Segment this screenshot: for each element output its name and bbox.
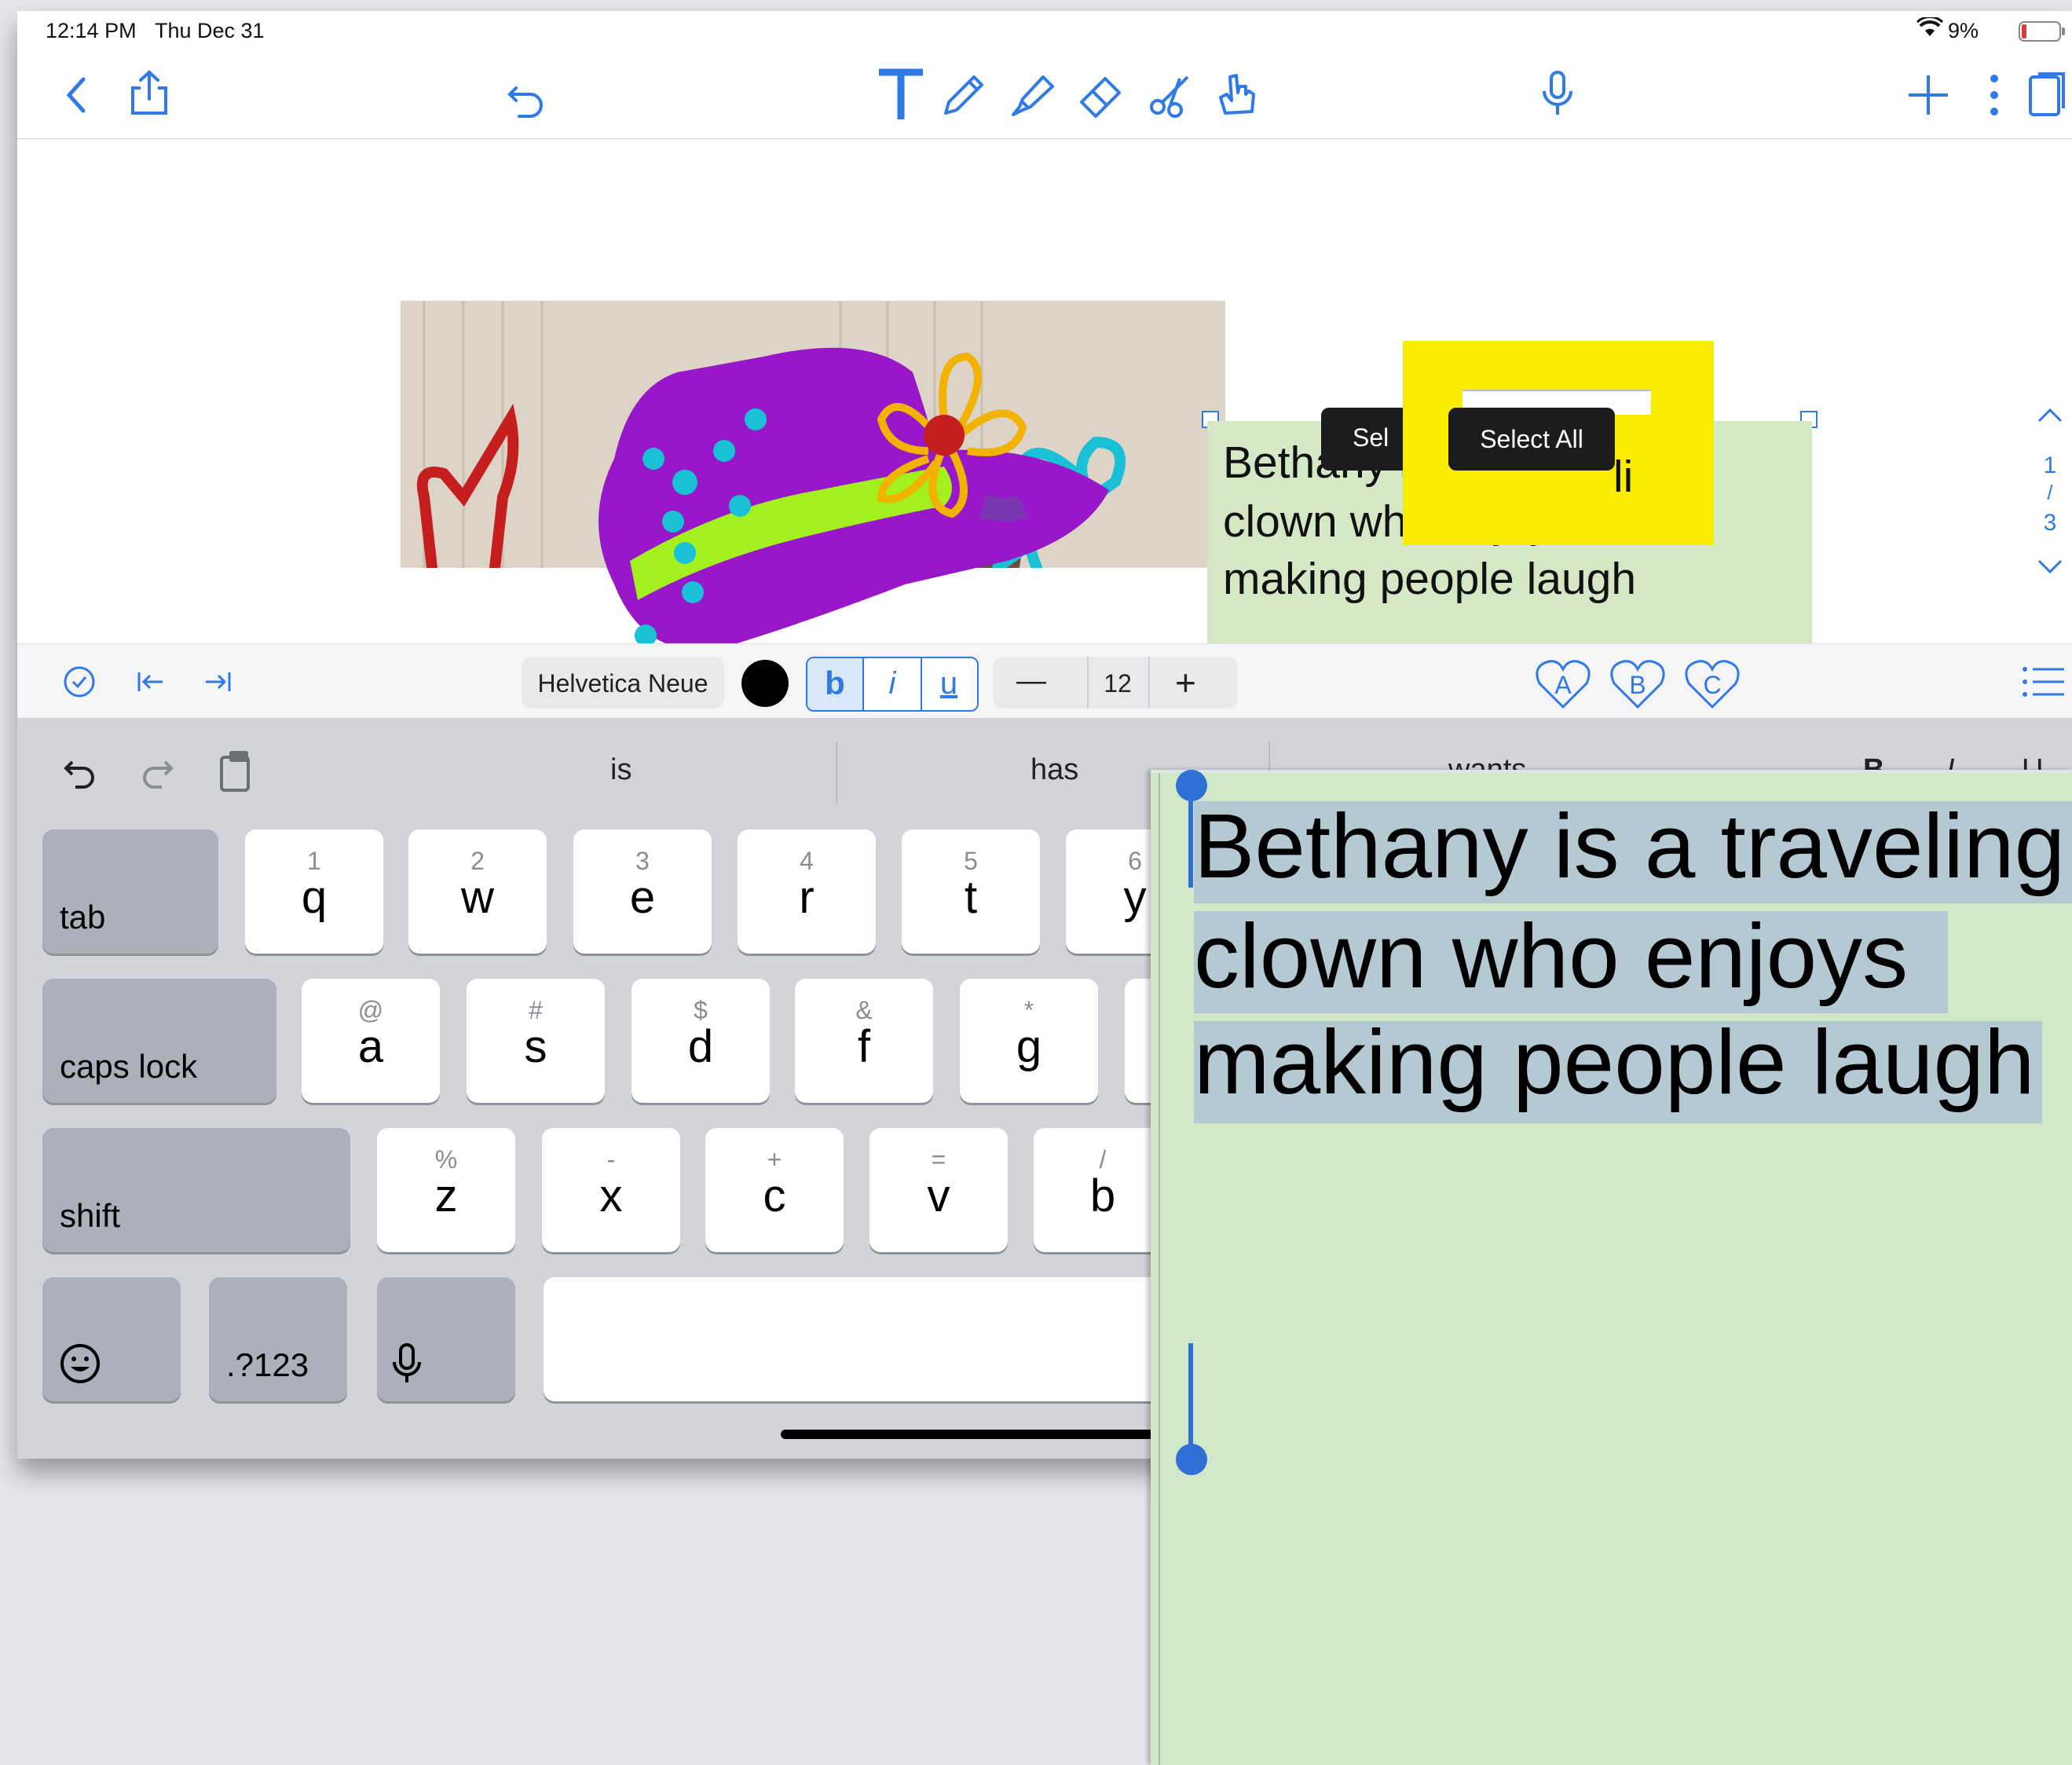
page-up-icon[interactable] (2034, 404, 2066, 427)
indent-icon[interactable] (200, 663, 237, 701)
numbers-key[interactable]: .?123 (209, 1277, 347, 1401)
space-key[interactable] (544, 1277, 1250, 1401)
eraser-icon[interactable] (1074, 68, 1129, 123)
favorite-style-b-icon[interactable]: B (1608, 657, 1667, 712)
italic-toggle[interactable]: i (862, 658, 922, 710)
undo-icon[interactable] (499, 69, 554, 124)
emoji-key[interactable] (42, 1277, 181, 1401)
highlighter-icon[interactable] (1005, 68, 1060, 123)
page-navigator: 1 / 3 (2028, 278, 2072, 577)
status-time: 12:14 PM (46, 19, 137, 42)
page-down-icon[interactable] (2034, 555, 2066, 578)
share-icon[interactable] (122, 66, 177, 121)
color-picker[interactable] (741, 660, 789, 707)
keyboard-undo-icon[interactable] (58, 749, 102, 793)
key-w[interactable]: 2w (408, 829, 547, 954)
key-q[interactable]: 1q (245, 829, 383, 954)
more-vertical-icon[interactable] (1967, 68, 2022, 123)
font-size-stepper: — 12 + (993, 657, 1238, 709)
panel-top-border (1151, 770, 2072, 773)
outdent-icon[interactable] (131, 663, 169, 701)
plus-icon[interactable] (1901, 68, 1956, 123)
stepper-divider (1148, 657, 1150, 709)
style-toggles: b i u (806, 657, 979, 712)
zoomed-text-panel: Bethany is a traveling clown who enjoys … (1151, 770, 2072, 1765)
zoom-line-2: clown who enjoys (1194, 905, 1909, 1007)
scissors-icon[interactable] (1142, 68, 1197, 123)
hand-pointer-icon[interactable] (1210, 66, 1265, 121)
favorite-style-c-icon[interactable]: C (1682, 657, 1742, 712)
key-c[interactable]: + c (705, 1128, 844, 1252)
size-decrease-button[interactable]: — (1016, 665, 1046, 698)
font-size-value: 12 (1104, 669, 1132, 698)
suggestion-2[interactable]: has (1031, 753, 1078, 787)
keyboard-redo-icon[interactable] (135, 749, 179, 793)
selection-end-handle[interactable] (1188, 1343, 1193, 1453)
page-separator: / (2047, 481, 2053, 504)
key-e[interactable]: 3e (573, 829, 712, 954)
checkmark-circle-icon[interactable] (60, 663, 98, 701)
tab-key[interactable]: tab (42, 829, 218, 954)
key-z[interactable]: % z (377, 1128, 515, 1252)
pages-icon[interactable] (2024, 68, 2072, 123)
text-tool-icon[interactable] (869, 63, 932, 126)
key-s[interactable]: # s (467, 979, 605, 1103)
pen-icon[interactable] (936, 68, 991, 123)
size-increase-button[interactable]: + (1175, 661, 1196, 704)
format-bar: Helvetica Neue b i u — 12 + A B C (17, 643, 2072, 720)
key-a[interactable]: @ a (302, 979, 440, 1103)
page-total: 3 (2043, 510, 2057, 536)
caps-lock-key[interactable]: caps lock (42, 979, 276, 1103)
zoom-line-1: Bethany is a traveling (1194, 795, 2066, 897)
app-toolbar (17, 50, 2072, 139)
key-g[interactable]: * g (960, 979, 1098, 1103)
key-d[interactable]: $ d (631, 979, 770, 1103)
clipboard-icon[interactable] (214, 746, 258, 793)
microphone-icon[interactable] (1530, 66, 1585, 121)
status-date: Thu Dec 31 (155, 19, 265, 42)
zoom-line-3: making people laugh (1194, 1011, 2035, 1113)
list-icon[interactable] (2020, 663, 2067, 701)
underline-toggle[interactable]: u (921, 658, 977, 710)
select-all-button[interactable]: Select All (1448, 408, 1615, 471)
keyboard-mic-icon (390, 1340, 424, 1387)
stepper-divider (1087, 657, 1089, 709)
favorite-style-a-icon[interactable]: A (1533, 657, 1593, 712)
hat-drawing (599, 347, 1109, 650)
dictation-key[interactable] (377, 1277, 515, 1401)
key-r[interactable]: 4r (738, 829, 876, 954)
battery-percent: 9% (1948, 19, 1979, 42)
font-selector[interactable]: Helvetica Neue (522, 657, 724, 709)
key-x[interactable]: -x (542, 1128, 680, 1252)
key-v[interactable]: = v (869, 1128, 1008, 1252)
shift-key[interactable]: shift (42, 1128, 350, 1252)
panel-edge (1159, 770, 1160, 1765)
selection-end-knob[interactable] (1176, 1444, 1207, 1475)
key-f[interactable]: & f (795, 979, 933, 1103)
bold-toggle[interactable]: b (807, 658, 862, 710)
selection-start-knob[interactable] (1176, 770, 1207, 801)
key-t[interactable]: 5t (902, 829, 1040, 954)
battery-icon (2019, 20, 2066, 42)
text-line-3: making people laugh (1223, 554, 1637, 604)
wifi-icon (1916, 17, 1943, 38)
status-bar: 12:14 PM Thu Dec 31 9% (17, 11, 2072, 50)
suggestion-1[interactable]: is (610, 753, 631, 787)
page-current: 1 (2043, 452, 2057, 478)
suggestion-divider (836, 742, 837, 804)
back-chevron-icon[interactable] (50, 68, 105, 123)
text-fragment-traveling: li (1615, 452, 1634, 502)
emoji-icon (58, 1342, 102, 1386)
